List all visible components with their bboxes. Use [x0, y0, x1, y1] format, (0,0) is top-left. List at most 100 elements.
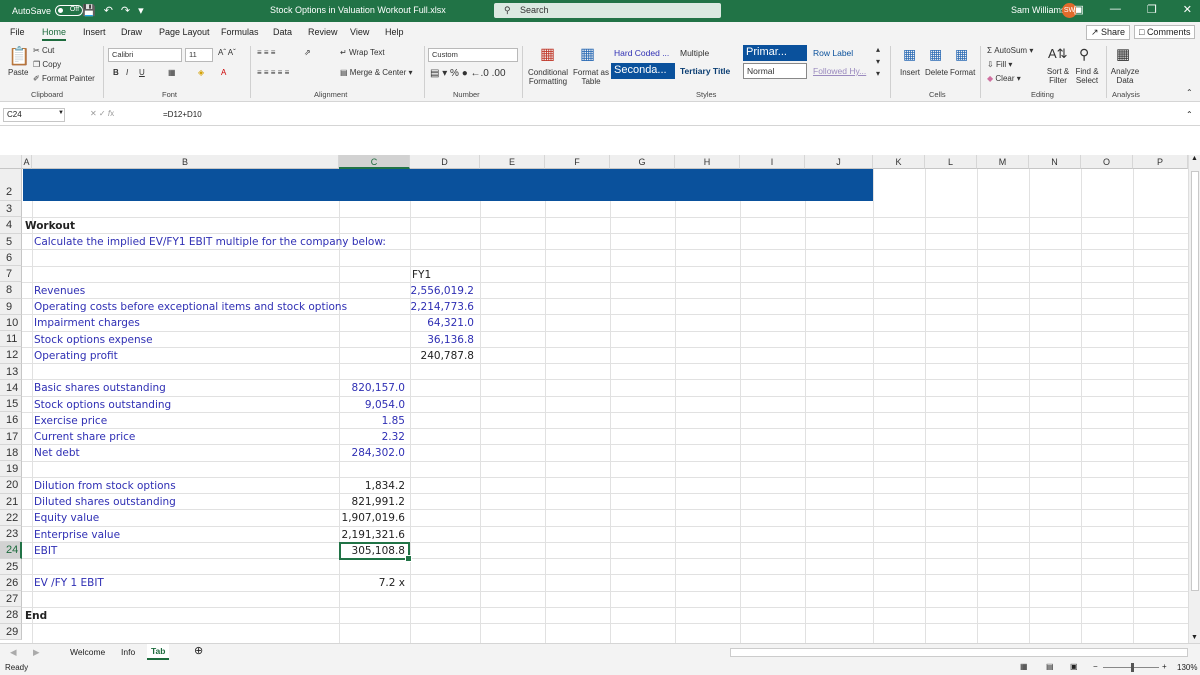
borders-icon[interactable]: ▦ [168, 68, 176, 77]
row-header-4[interactable]: 4 [0, 217, 22, 234]
row-header-6[interactable]: 6 [0, 249, 22, 266]
style-primary[interactable]: Primar... [743, 45, 807, 61]
tab-data[interactable]: Data [273, 27, 292, 37]
cell-value[interactable]: 64,321.0 [410, 315, 474, 331]
fill-button[interactable]: ⇩ Fill ▾ [987, 60, 1012, 69]
column-header-p[interactable]: P [1133, 155, 1188, 169]
normal-view-icon[interactable]: ▦ [1020, 662, 1028, 671]
search-box[interactable]: ⚲ Search [494, 3, 721, 18]
page-layout-view-icon[interactable]: ▤ [1046, 662, 1054, 671]
grow-font-icon[interactable]: Aˆ Aˇ [218, 48, 236, 57]
column-header-n[interactable]: N [1029, 155, 1081, 169]
column-header-k[interactable]: K [873, 155, 925, 169]
paste-icon[interactable]: 📋 [8, 46, 30, 67]
analyze-data-icon[interactable]: ▦ [1116, 45, 1130, 63]
row-header-3[interactable]: 3 [0, 201, 22, 218]
row-header-24[interactable]: 24 [0, 542, 22, 559]
style-multiple[interactable]: Multiple [677, 46, 741, 62]
autosave-toggle[interactable]: AutoSave Off [12, 5, 84, 16]
zoom-in-icon[interactable]: + [1162, 662, 1167, 671]
row-header-14[interactable]: 14 [0, 379, 22, 396]
window-title[interactable]: Stock Options in Valuation Workout Full.… [270, 5, 446, 15]
name-box[interactable]: C24 [3, 108, 65, 122]
redo-icon[interactable]: ↷ [121, 4, 130, 17]
column-header-g[interactable]: G [610, 155, 675, 169]
toggle-switch[interactable]: Off [55, 5, 84, 16]
row-header-26[interactable]: 26 [0, 574, 22, 591]
column-header-e[interactable]: E [480, 155, 545, 169]
copy-button[interactable]: ❐ Copy [33, 60, 61, 69]
row-header-10[interactable]: 10 [0, 314, 22, 331]
restore-icon[interactable]: ❐ [1147, 3, 1157, 16]
cell-value[interactable]: 2,214,773.6 [410, 299, 474, 315]
tab-page-layout[interactable]: Page Layout [159, 27, 210, 37]
row-header-2[interactable]: 2 [0, 169, 22, 201]
column-header-l[interactable]: L [925, 155, 977, 169]
row-header-27[interactable]: 27 [0, 591, 22, 608]
align-left-icon[interactable]: ≡ ≡ ≡ ≡ ≡ [257, 68, 289, 77]
cell-value[interactable]: 36,136.8 [410, 332, 474, 348]
close-icon[interactable]: ✕ [1183, 3, 1192, 16]
style-hard-coded[interactable]: Hard Coded ... [611, 46, 675, 62]
format-as-table-icon[interactable]: ▦ [580, 44, 595, 64]
expand-formula-bar-icon[interactable]: ⌃ [1186, 110, 1193, 119]
underline-icon[interactable]: U [139, 68, 145, 77]
row-header-21[interactable]: 21 [0, 493, 22, 510]
column-header-o[interactable]: O [1081, 155, 1133, 169]
paste-button[interactable]: Paste [8, 68, 28, 77]
column-header-i[interactable]: I [740, 155, 805, 169]
collapse-ribbon-icon[interactable]: ⌃ [1186, 88, 1193, 97]
column-header-b[interactable]: B [32, 155, 339, 169]
cut-button[interactable]: ✂ Cut [33, 46, 54, 55]
insert-button[interactable]: Insert [900, 68, 920, 77]
row-header-29[interactable]: 29 [0, 623, 22, 640]
column-header-f[interactable]: F [545, 155, 610, 169]
customize-qat-icon[interactable]: ▾ [138, 4, 144, 17]
spreadsheet-grid[interactable]: A B C D E F G H I J K L M N O P 2 3 4 5 … [0, 155, 1188, 643]
cell-value[interactable]: 2.32 [339, 429, 405, 445]
tab-view[interactable]: View [350, 27, 369, 37]
row-header-23[interactable]: 23 [0, 526, 22, 543]
row-header-17[interactable]: 17 [0, 428, 22, 445]
sheet-next-icon[interactable]: ▶ [33, 647, 40, 658]
bold-icon[interactable]: B [113, 68, 119, 77]
page-break-view-icon[interactable]: ▣ [1070, 662, 1078, 671]
column-header-c[interactable]: C [339, 155, 410, 169]
merge-center-button[interactable]: ▤ Merge & Center ▾ [340, 68, 413, 77]
active-cell-c24[interactable] [339, 542, 412, 562]
column-header-m[interactable]: M [977, 155, 1029, 169]
tab-help[interactable]: Help [385, 27, 404, 37]
name-box-dropdown-icon[interactable]: ▼ [58, 110, 64, 116]
conditional-formatting-icon[interactable]: ▦ [540, 44, 555, 64]
undo-icon[interactable]: ↶ [104, 4, 113, 17]
column-header-a[interactable]: A [22, 155, 32, 169]
italic-icon[interactable]: I [126, 68, 128, 77]
scroll-thumb[interactable] [1191, 171, 1199, 591]
row-header-28[interactable]: 28 [0, 607, 22, 624]
scroll-down-icon[interactable]: ▼ [1191, 634, 1198, 641]
sheet-tab-info[interactable]: Info [121, 647, 135, 657]
cell-value[interactable]: 2,556,019.2 [410, 283, 474, 299]
format-as-table-button[interactable]: Format as Table [572, 68, 610, 86]
minimize-icon[interactable]: — [1110, 3, 1121, 16]
conditional-formatting-button[interactable]: Conditional Formatting [527, 68, 569, 86]
analyze-data-button[interactable]: Analyze Data [1110, 67, 1140, 85]
share-button[interactable]: ↗ Share [1086, 25, 1131, 40]
cell-value[interactable]: 9,054.0 [339, 397, 405, 413]
zoom-out-icon[interactable]: − [1093, 662, 1098, 671]
find-select-button[interactable]: Find & Select [1073, 67, 1101, 85]
tab-draw[interactable]: Draw [121, 27, 142, 37]
format-button[interactable]: Format [950, 68, 975, 77]
clear-button[interactable]: ◆ Clear ▾ [987, 74, 1021, 83]
row-header-22[interactable]: 22 [0, 509, 22, 526]
number-format-select[interactable]: Custom [428, 48, 518, 62]
row-header-7[interactable]: 7 [0, 266, 22, 283]
style-followed-hyperlink[interactable]: Followed Hy... [810, 64, 874, 80]
format-painter-button[interactable]: ✐ Format Painter [33, 74, 95, 83]
row-header-15[interactable]: 15 [0, 396, 22, 413]
save-icon[interactable]: 💾 [82, 4, 96, 17]
comments-button[interactable]: □ Comments [1134, 25, 1196, 39]
find-icon[interactable]: ⚲ [1079, 46, 1089, 63]
orientation-icon[interactable]: ⇗ [304, 48, 311, 57]
accounting-format-icon[interactable]: ▤ ▾ % ● ←.0 .00 [430, 68, 506, 79]
